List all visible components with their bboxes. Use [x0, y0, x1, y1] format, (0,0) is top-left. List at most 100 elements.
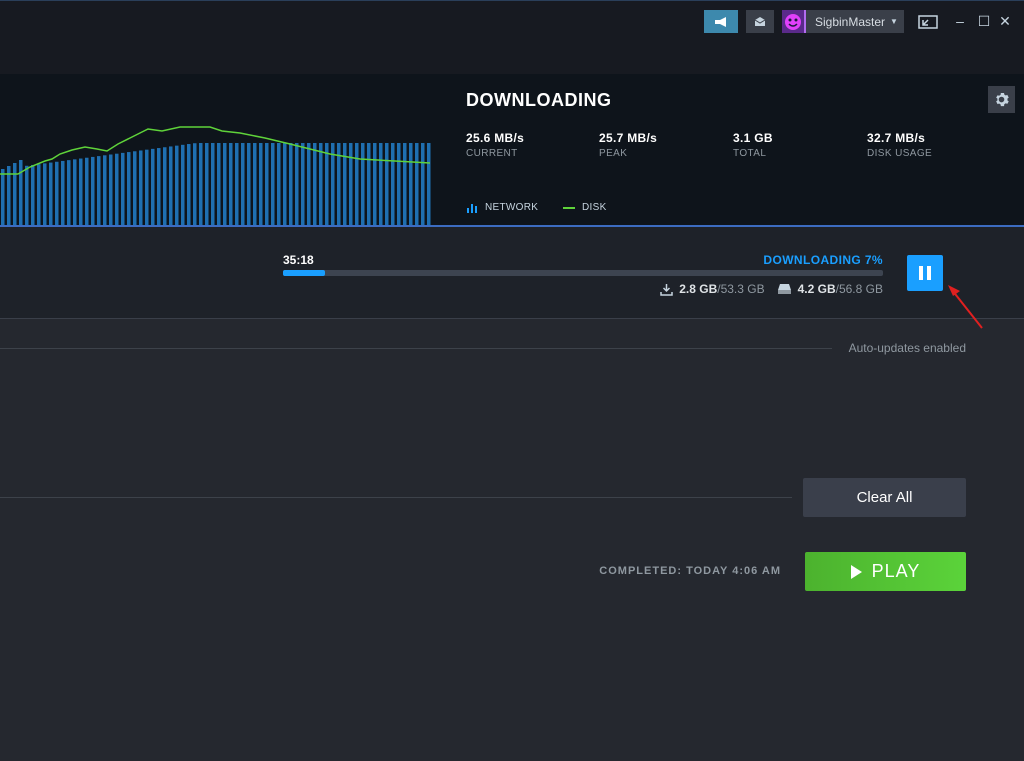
network-bar — [313, 143, 317, 225]
legend-network: NETWORK — [467, 202, 538, 213]
network-bar — [25, 165, 29, 225]
section-divider — [0, 348, 832, 349]
network-bar — [133, 151, 137, 225]
clear-all-button[interactable]: Clear All — [803, 478, 966, 517]
network-bar — [163, 147, 167, 225]
network-bar — [187, 144, 191, 225]
stat-value: 32.7 MB/s — [867, 131, 926, 145]
network-bar — [235, 143, 239, 225]
time-remaining: 35:18 — [283, 253, 314, 267]
network-bar — [367, 143, 371, 225]
network-bar — [397, 143, 401, 225]
smiley-avatar-icon — [785, 13, 801, 30]
network-bar — [319, 143, 323, 225]
network-bar — [61, 160, 65, 225]
network-bar — [421, 143, 425, 225]
stat-peak: 25.7 MB/s PEAK — [599, 131, 657, 159]
auto-updates-label: Auto-updates enabled — [848, 341, 966, 355]
network-bar — [145, 149, 149, 225]
network-bar — [361, 143, 365, 225]
completed-timestamp: COMPLETED: TODAY 4:06 AM — [599, 565, 781, 577]
network-bar — [67, 160, 71, 225]
network-bar — [199, 143, 203, 225]
pause-icon — [919, 266, 923, 280]
network-bar — [211, 143, 215, 225]
network-bar — [193, 143, 197, 225]
username: SigbinMaster — [815, 14, 886, 29]
network-bar — [403, 143, 407, 225]
download-icon — [660, 283, 673, 296]
network-bar — [7, 166, 11, 225]
stat-current: 25.6 MB/s CURRENT — [466, 131, 524, 159]
title-bar: SigbinMaster ▼ – ☐ ✕ — [0, 0, 1024, 74]
announcements-button[interactable] — [704, 10, 738, 33]
network-bar — [43, 163, 47, 225]
network-bar — [415, 143, 419, 225]
maximize-button[interactable]: ☐ — [976, 11, 992, 31]
legend-network-label: NETWORK — [485, 202, 539, 213]
line-icon — [563, 206, 575, 209]
big-picture-button[interactable] — [917, 13, 939, 31]
network-bar — [301, 143, 305, 225]
play-icon — [850, 564, 862, 579]
stat-value: 3.1 GB — [733, 131, 773, 145]
stat-total: 3.1 GB TOTAL — [733, 131, 773, 159]
bar-chart-icon — [467, 203, 477, 213]
chevron-down-icon: ▼ — [890, 17, 898, 26]
network-bar — [223, 143, 227, 225]
network-bar — [121, 152, 125, 225]
network-bar — [55, 161, 59, 225]
pause-button[interactable] — [907, 255, 943, 291]
disk-amount: 4.2 GB — [797, 282, 836, 296]
network-bar — [355, 143, 359, 225]
play-label: PLAY — [871, 561, 921, 581]
network-bar — [379, 143, 383, 225]
network-bar — [115, 153, 119, 225]
minimize-button[interactable]: – — [952, 11, 968, 31]
downloaded-amount: 2.8 GB — [679, 282, 718, 296]
network-bar — [265, 143, 269, 225]
gear-icon — [996, 92, 1009, 107]
network-bar — [91, 156, 95, 225]
legend-disk: DISK — [563, 202, 607, 213]
avatar — [782, 10, 806, 33]
network-bar — [139, 150, 143, 225]
play-button[interactable]: PLAY — [805, 552, 966, 591]
network-bar — [373, 143, 377, 225]
stat-value: 25.7 MB/s — [599, 131, 658, 145]
close-button[interactable]: ✕ — [997, 11, 1013, 31]
network-bar — [85, 157, 89, 225]
download-total: /53.3 GB — [717, 282, 765, 296]
network-bar — [157, 148, 161, 225]
stat-label: PEAK — [599, 148, 628, 159]
annotation-arrow — [948, 285, 983, 329]
notifications-button[interactable] — [746, 10, 774, 33]
network-bar — [427, 143, 431, 225]
legend-disk-label: DISK — [582, 202, 607, 213]
download-status: DOWNLOADING 7% — [763, 253, 883, 267]
download-settings-button[interactable] — [988, 86, 1015, 113]
stat-label: DISK USAGE — [867, 148, 933, 159]
network-bar — [391, 143, 395, 225]
network-bar — [241, 143, 245, 225]
stat-label: CURRENT — [466, 148, 518, 159]
network-bar — [205, 143, 209, 225]
network-bar — [283, 143, 287, 225]
network-bar — [31, 164, 35, 225]
stat-label: TOTAL — [733, 148, 767, 159]
network-bar — [109, 154, 113, 225]
section-divider — [0, 497, 792, 498]
network-bar — [289, 143, 293, 225]
network-bar — [325, 143, 329, 225]
network-bar — [175, 145, 179, 225]
network-bar — [277, 143, 281, 225]
network-bar — [1, 169, 5, 225]
envelope-icon — [754, 17, 766, 26]
network-bar — [217, 143, 221, 225]
network-bar — [103, 155, 107, 225]
progress-fill — [283, 270, 325, 276]
network-bar — [181, 144, 185, 225]
network-bar — [385, 143, 389, 225]
account-menu-button[interactable]: SigbinMaster ▼ — [782, 10, 904, 33]
network-bar — [19, 160, 23, 225]
